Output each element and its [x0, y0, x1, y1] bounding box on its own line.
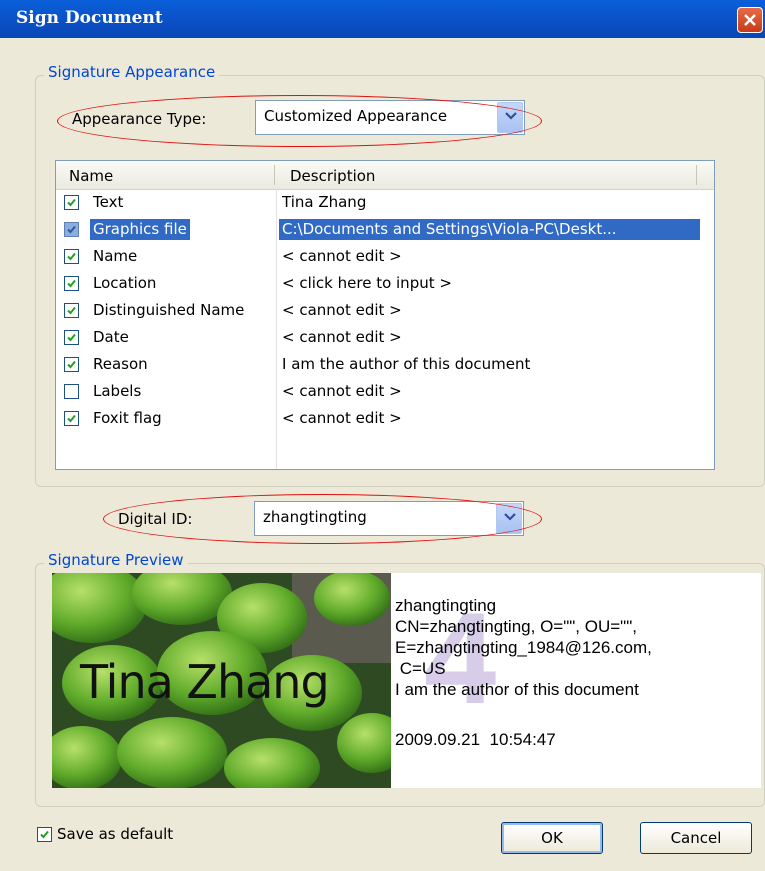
row-checkbox[interactable] — [64, 222, 79, 237]
cancel-button[interactable]: Cancel — [640, 822, 752, 854]
row-name: Labels — [93, 382, 142, 400]
row-checkbox[interactable] — [64, 330, 79, 345]
row-checkbox[interactable] — [64, 276, 79, 291]
table-row[interactable]: Name < cannot edit > — [56, 243, 696, 270]
check-icon — [67, 225, 76, 234]
table-row[interactable]: Labels < cannot edit > — [56, 378, 696, 405]
table-row[interactable]: Reason I am the author of this document — [56, 351, 696, 378]
row-description[interactable]: C:\Documents and Settings\Viola-PC\Deskt… — [279, 219, 700, 240]
preview-line: zhangtingting — [395, 596, 497, 615]
table-header: Name Description — [56, 161, 714, 190]
digital-id-highlight — [103, 494, 542, 544]
signature-graphic: Tina Zhang — [52, 573, 391, 788]
table-row[interactable]: Location < click here to input > — [56, 270, 696, 297]
table-row[interactable]: Distinguished Name < cannot edit > — [56, 297, 696, 324]
row-description[interactable]: Tina Zhang — [279, 192, 700, 213]
preview-line: C=US — [395, 659, 446, 678]
row-description[interactable]: < cannot edit > — [279, 327, 700, 348]
row-name: Reason — [93, 355, 148, 373]
column-header-description[interactable]: Description — [290, 167, 375, 185]
column-separator[interactable] — [696, 165, 697, 185]
check-icon — [67, 252, 76, 261]
close-button[interactable] — [737, 7, 763, 33]
row-description[interactable]: < click here to input > — [279, 273, 700, 294]
preview-line: 2009.09.21 10:54:47 — [395, 730, 556, 749]
row-name: Graphics file — [90, 219, 190, 240]
row-name: Distinguished Name — [93, 301, 245, 319]
check-icon — [67, 360, 76, 369]
row-description[interactable]: < cannot edit > — [279, 408, 700, 429]
check-icon — [67, 414, 76, 423]
row-checkbox[interactable] — [64, 303, 79, 318]
save-as-default-label[interactable]: Save as default — [57, 825, 173, 843]
row-name: Text — [93, 193, 124, 211]
check-icon — [67, 198, 76, 207]
signature-preview-legend: Signature Preview — [44, 551, 188, 569]
check-icon — [40, 830, 49, 839]
row-checkbox[interactable] — [64, 357, 79, 372]
table-row[interactable]: Graphics file C:\Documents and Settings\… — [56, 216, 700, 243]
signature-preview: Tina Zhang 4 zhangtingting CN=zhangtingt… — [52, 573, 761, 788]
appearance-type-highlight — [57, 95, 542, 147]
row-description[interactable]: < cannot edit > — [279, 381, 700, 402]
signature-preview-text: zhangtingting CN=zhangtingting, O="", OU… — [395, 595, 652, 750]
row-checkbox[interactable] — [64, 411, 79, 426]
row-name: Name — [93, 247, 138, 265]
column-header-name[interactable]: Name — [69, 167, 113, 185]
appearance-items-table: Name Description Text Tina Zhang Graphic… — [55, 160, 715, 470]
row-description[interactable]: I am the author of this document — [279, 354, 700, 375]
preview-line: E=zhangtingting_1984@126.com, — [395, 638, 652, 657]
window-title: Sign Document — [16, 8, 163, 28]
signature-appearance-legend: Signature Appearance — [44, 63, 220, 81]
table-row[interactable]: Date < cannot edit > — [56, 324, 696, 351]
save-as-default-checkbox[interactable] — [37, 827, 52, 842]
row-checkbox[interactable] — [64, 384, 79, 399]
check-icon — [67, 306, 76, 315]
row-name: Date — [93, 328, 129, 346]
row-checkbox[interactable] — [64, 195, 79, 210]
row-description[interactable]: < cannot edit > — [279, 246, 700, 267]
column-separator[interactable] — [274, 165, 275, 185]
check-icon — [67, 279, 76, 288]
ok-button[interactable]: OK — [501, 822, 603, 854]
check-icon — [67, 333, 76, 342]
signature-graphic-text: Tina Zhang — [80, 655, 330, 709]
preview-line: CN=zhangtingting, O="", OU="", — [395, 617, 637, 636]
table-row[interactable]: Foxit flag < cannot edit > — [56, 405, 696, 432]
row-checkbox[interactable] — [64, 249, 79, 264]
table-row[interactable]: Text Tina Zhang — [56, 189, 696, 216]
close-icon — [744, 14, 756, 26]
row-description[interactable]: < cannot edit > — [279, 300, 700, 321]
row-name: Foxit flag — [93, 409, 162, 427]
preview-line: I am the author of this document — [395, 680, 639, 699]
row-name: Location — [93, 274, 157, 292]
title-bar: Sign Document — [0, 0, 765, 38]
preview-line — [395, 700, 652, 721]
